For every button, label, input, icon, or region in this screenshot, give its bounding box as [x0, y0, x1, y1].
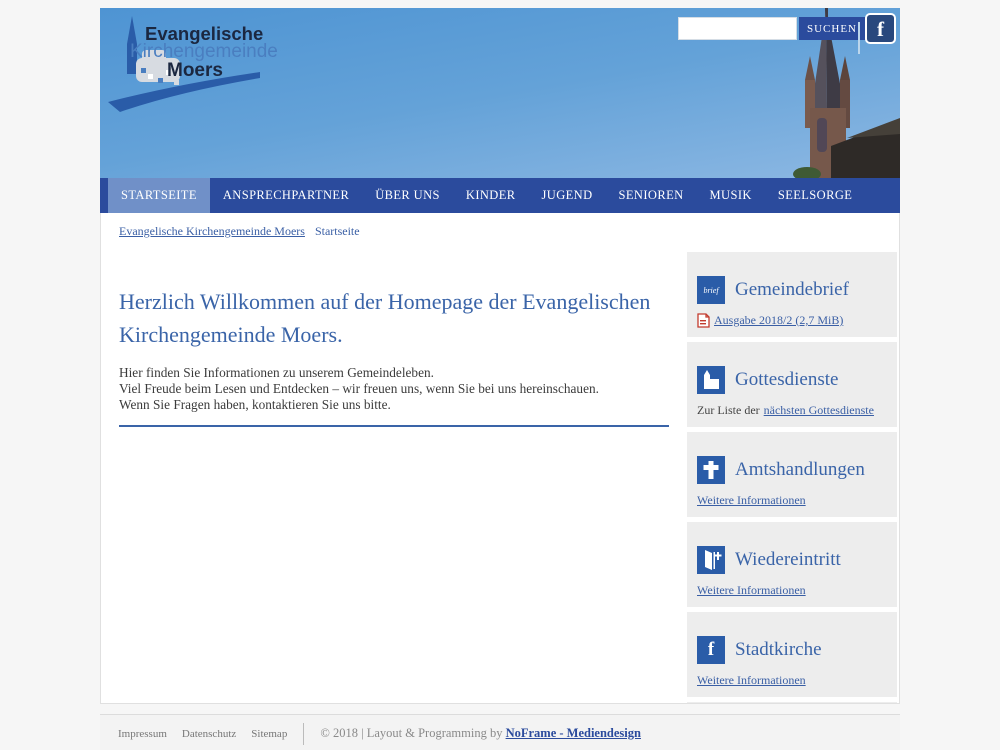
breadcrumb: Evangelische Kirchengemeinde Moers Start… [101, 213, 899, 250]
amtshandlungen-info-link[interactable]: Weitere Informationen [697, 493, 806, 508]
nav-item-kinder[interactable]: KINDER [453, 178, 529, 213]
pdf-icon [697, 313, 710, 328]
sidebar-card-amtshandlungen: Amtshandlungen Weitere Informationen [687, 432, 897, 517]
search-area: SUCHEN [678, 17, 865, 40]
brief-icon: brief [697, 276, 725, 304]
content-divider [119, 425, 669, 427]
footer-link-sitemap[interactable]: Sitemap [251, 728, 287, 740]
logo-text-line3: Moers [167, 60, 223, 82]
intro-line-2: Viel Freude beim Lesen und Entdecken – w… [119, 381, 669, 397]
search-button[interactable]: SUCHEN [799, 17, 865, 40]
sidebar-card-title: Wiedereintritt [735, 549, 841, 571]
main-column: Herzlich Willkommen auf der Homepage der… [101, 250, 687, 703]
site-logo[interactable]: Evangelische Kirchengemeinde Moers [108, 14, 368, 114]
sidebar-card-title: Gottesdienste [735, 369, 838, 391]
gottesdienste-link-prefix: Zur Liste der [697, 403, 760, 418]
nav-item-seelsorge[interactable]: SEELSORGE [765, 178, 865, 213]
sidebar-card-partial [687, 702, 897, 703]
nav-item-jugend[interactable]: JUGEND [529, 178, 606, 213]
footer: Impressum Datenschutz Sitemap © 2018 | L… [100, 714, 900, 750]
site-container: Evangelische Kirchengemeinde Moers SUCHE… [100, 8, 900, 750]
search-input[interactable] [678, 17, 797, 40]
wiedereintritt-info-link[interactable]: Weitere Informationen [697, 583, 806, 598]
nav-item-musik[interactable]: MUSIK [697, 178, 765, 213]
main-navigation: STARTSEITE ANSPRECHPARTNER ÜBER UNS KIND… [100, 178, 900, 213]
nav-item-ueber-uns[interactable]: ÜBER UNS [362, 178, 453, 213]
page-title: Herzlich Willkommen auf der Homepage der… [119, 285, 669, 351]
nav-item-startseite[interactable]: STARTSEITE [108, 178, 210, 213]
nav-item-senioren[interactable]: SENIOREN [606, 178, 697, 213]
sidebar-card-title: Amtshandlungen [735, 459, 865, 481]
door-icon [697, 546, 725, 574]
church-icon [697, 366, 725, 394]
stadtkirche-info-link[interactable]: Weitere Informationen [697, 673, 806, 688]
sidebar-card-stadtkirche: f Stadtkirche Weitere Informationen [687, 612, 897, 697]
footer-link-datenschutz[interactable]: Datenschutz [182, 728, 236, 740]
header: Evangelische Kirchengemeinde Moers SUCHE… [100, 8, 900, 178]
facebook-icon[interactable]: f [865, 13, 896, 44]
gottesdienste-list-link[interactable]: nächsten Gottesdienste [764, 403, 874, 418]
gemeindebrief-download-link[interactable]: Ausgabe 2018/2 (2,7 MiB) [714, 313, 843, 328]
sidebar-card-title: Gemeindebrief [735, 279, 849, 301]
facebook-square-icon: f [697, 636, 725, 664]
sidebar-card-gottesdienste: Gottesdienste Zur Liste der nächsten Got… [687, 342, 897, 427]
nav-item-ansprechpartner[interactable]: ANSPRECHPARTNER [210, 178, 362, 213]
intro-line-1: Hier finden Sie Informationen zu unserem… [119, 365, 669, 381]
header-divider [858, 22, 860, 54]
copyright-text: © 2018 | Layout & Programming by NoFrame… [320, 726, 641, 741]
intro-line-3: Wenn Sie Fragen haben, kontaktieren Sie … [119, 397, 669, 413]
footer-divider [303, 723, 304, 745]
breadcrumb-home-link[interactable]: Evangelische Kirchengemeinde Moers [119, 224, 305, 239]
sidebar-card-wiedereintritt: Wiedereintritt Weitere Informationen [687, 522, 897, 607]
sidebar-card-title: Stadtkirche [735, 639, 822, 661]
sidebar: brief Gemeindebrief Ausgabe 2018/2 (2,7 … [687, 252, 897, 703]
content-panel: Evangelische Kirchengemeinde Moers Start… [100, 213, 900, 704]
footer-link-impressum[interactable]: Impressum [118, 728, 167, 740]
breadcrumb-current: Startseite [315, 224, 360, 239]
credit-link[interactable]: NoFrame - Mediendesign [506, 726, 641, 740]
cross-icon [697, 456, 725, 484]
sidebar-card-gemeindebrief: brief Gemeindebrief Ausgabe 2018/2 (2,7 … [687, 252, 897, 337]
